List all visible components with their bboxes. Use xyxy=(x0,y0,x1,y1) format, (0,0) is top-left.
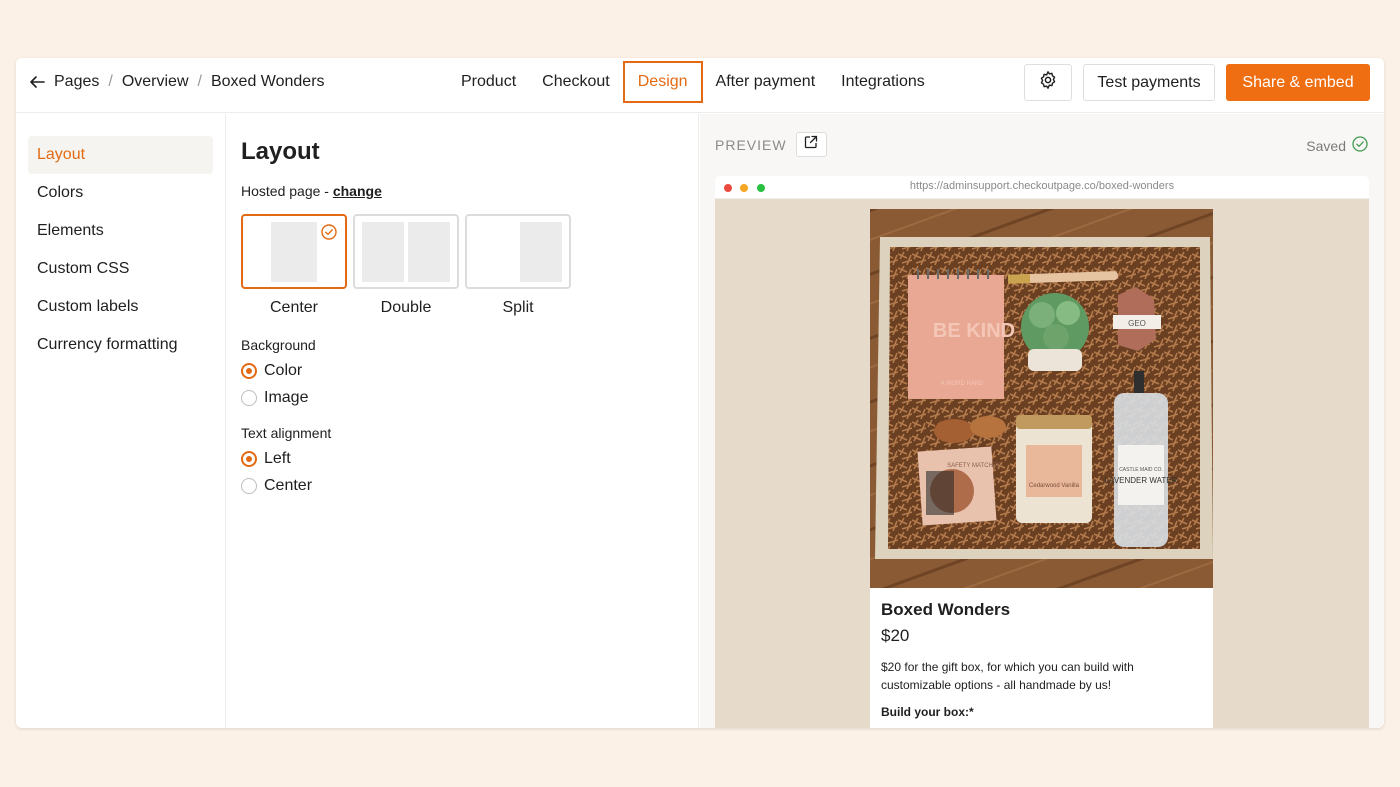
top-bar: Pages / Overview / Boxed Wonders Product… xyxy=(16,58,1384,113)
breadcrumb-current-page: Boxed Wonders xyxy=(210,73,325,90)
breadcrumb-overview[interactable]: Overview xyxy=(122,73,189,91)
radio-button-checked[interactable] xyxy=(241,451,257,467)
product-details: Boxed Wonders $20 $20 for the gift box, … xyxy=(870,588,1213,719)
alignment-option-left[interactable]: Left xyxy=(241,450,698,468)
radio-label: Left xyxy=(264,450,291,467)
preview-panel: PREVIEW Saved https://adminsupport.check… xyxy=(700,114,1384,728)
saved-status: Saved xyxy=(1306,136,1368,155)
breadcrumb-pages[interactable]: Pages xyxy=(54,73,99,91)
layout-thumbnail-center[interactable] xyxy=(241,214,347,289)
radio-button-checked[interactable] xyxy=(241,363,257,379)
app-window: Pages / Overview / Boxed Wonders Product… xyxy=(16,58,1384,728)
breadcrumb: Pages / Overview / Boxed Wonders xyxy=(28,58,325,106)
sidebar-item-colors[interactable]: Colors xyxy=(28,174,213,212)
share-embed-button[interactable]: Share & embed xyxy=(1226,64,1370,101)
build-box-label: Build your box:* xyxy=(881,705,974,719)
preview-label: PREVIEW xyxy=(715,136,787,153)
tab-after-payment[interactable]: After payment xyxy=(703,61,829,103)
radio-button[interactable] xyxy=(241,478,257,494)
tab-checkout[interactable]: Checkout xyxy=(529,61,623,103)
sidebar-item-custom-css[interactable]: Custom CSS xyxy=(28,250,213,288)
svg-text:LAVENDER WATER: LAVENDER WATER xyxy=(1105,476,1178,485)
svg-text:Cedarwood Vanilla: Cedarwood Vanilla xyxy=(1029,483,1080,489)
layout-option-split[interactable]: Split xyxy=(465,214,571,317)
sidebar-item-custom-labels[interactable]: Custom labels xyxy=(28,288,213,326)
svg-text:A WORD HARD: A WORD HARD xyxy=(940,381,984,387)
browser-bar: https://adminsupport.checkoutpage.co/box… xyxy=(715,176,1369,199)
gear-icon xyxy=(1038,70,1058,95)
layout-option-center[interactable]: Center xyxy=(241,214,347,317)
background-option-image[interactable]: Image xyxy=(241,389,698,407)
layout-label-split: Split xyxy=(502,299,534,316)
open-external-button[interactable] xyxy=(795,132,827,157)
layout-label-center: Center xyxy=(269,299,319,316)
svg-text:SAFETY MATCHES: SAFETY MATCHES xyxy=(947,463,1001,469)
sidebar-item-elements[interactable]: Elements xyxy=(28,212,213,250)
svg-text:GEO: GEO xyxy=(1128,319,1146,328)
alignment-option-center[interactable]: Center xyxy=(241,477,698,495)
tab-integrations[interactable]: Integrations xyxy=(828,61,938,103)
check-circle-icon xyxy=(321,224,337,245)
hosted-page-label: Hosted page - xyxy=(241,183,333,199)
external-link-icon xyxy=(804,135,818,154)
test-payments-button[interactable]: Test payments xyxy=(1083,64,1215,101)
breadcrumb-separator: / xyxy=(197,73,202,90)
checkout-card: BE KIND A WORD HARD GEO Cedarwood Vanill… xyxy=(870,209,1213,728)
back-arrow-icon[interactable] xyxy=(28,72,48,92)
section-title: Layout xyxy=(241,138,320,165)
sidebar-item-currency-formatting[interactable]: Currency formatting xyxy=(28,326,213,364)
saved-label: Saved xyxy=(1306,137,1346,154)
layout-label-double: Double xyxy=(380,299,432,316)
svg-text:BE KIND: BE KIND xyxy=(933,320,1015,342)
product-price: $20 xyxy=(881,626,910,645)
text-alignment-label: Text alignment xyxy=(241,425,332,441)
check-circle-icon xyxy=(1346,136,1368,155)
breadcrumb-separator: / xyxy=(108,73,113,90)
layout-option-double[interactable]: Double xyxy=(353,214,459,317)
design-sidebar: Layout Colors Elements Custom CSS Custom… xyxy=(16,114,226,728)
radio-button[interactable] xyxy=(241,390,257,406)
radio-label: Image xyxy=(264,389,309,406)
layout-options: Center Double Split xyxy=(241,214,698,317)
hosted-page-row: Hosted page - change xyxy=(241,183,698,199)
main-tabs: Product Checkout Design After payment In… xyxy=(448,58,938,106)
settings-button[interactable] xyxy=(1024,64,1072,101)
radio-label: Center xyxy=(264,477,313,494)
tab-product[interactable]: Product xyxy=(448,61,529,103)
change-hosted-page-link[interactable]: change xyxy=(333,183,382,199)
background-option-color[interactable]: Color xyxy=(241,362,698,380)
product-photo: BE KIND A WORD HARD GEO Cedarwood Vanill… xyxy=(870,209,1213,588)
preview-url: https://adminsupport.checkoutpage.co/box… xyxy=(909,180,1175,192)
background-label: Background xyxy=(241,337,316,353)
radio-label: Color xyxy=(264,362,303,379)
tab-design[interactable]: Design xyxy=(622,61,703,103)
product-title: Boxed Wonders xyxy=(881,600,1011,619)
sidebar-item-layout[interactable]: Layout xyxy=(28,136,213,174)
product-description: $20 for the gift box, for which you can … xyxy=(881,660,1134,692)
layout-thumbnail-double[interactable] xyxy=(353,214,459,289)
layout-settings-panel: Layout Hosted page - change Center Doubl… xyxy=(227,114,699,728)
preview-header: PREVIEW xyxy=(715,132,827,157)
svg-text:CASTLE MAID CO.: CASTLE MAID CO. xyxy=(1119,467,1163,473)
browser-mockup: https://adminsupport.checkoutpage.co/box… xyxy=(715,176,1369,728)
layout-thumbnail-split[interactable] xyxy=(465,214,571,289)
